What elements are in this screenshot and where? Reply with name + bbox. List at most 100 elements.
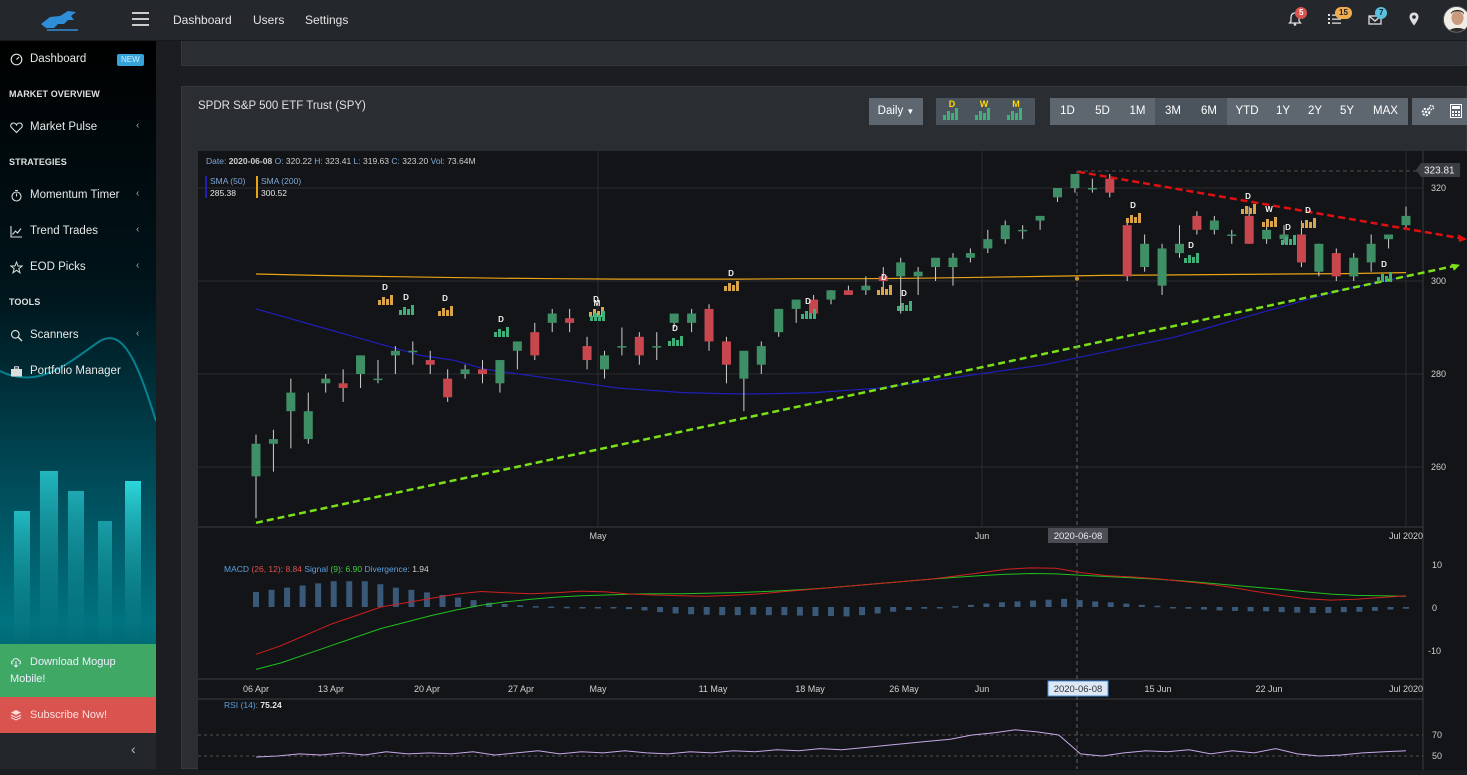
macd-histogram-bar (268, 589, 275, 607)
range-button-1m[interactable]: 1M (1120, 98, 1155, 125)
calculator-button[interactable] (1444, 98, 1467, 125)
macd-histogram-bar (983, 603, 990, 607)
rsi-tick-50: 50 (1432, 751, 1442, 761)
signal-bar (1305, 220, 1308, 228)
signal-letter: D (442, 294, 448, 303)
stock-chart[interactable]: Date: 2020-06-08 O: 320.22 H: 323.41 L: … (198, 151, 1467, 770)
ohlc-info: Date: 2020-06-08 O: 320.22 H: 323.41 L: … (206, 156, 476, 166)
month-label-may: May (589, 531, 607, 541)
macd-histogram-bar (843, 607, 850, 617)
stock-chart-svg[interactable]: Date: 2020-06-08 O: 320.22 H: 323.41 L: … (198, 151, 1467, 770)
macd-histogram-bar (1092, 601, 1099, 607)
macd-histogram-bar (890, 607, 897, 612)
candle-body (652, 346, 662, 348)
nav-dashboard[interactable]: Dashboard (173, 13, 232, 27)
candle-body (774, 308, 784, 333)
sidebar-item-trend-trades[interactable]: Trend Trades ‹ (0, 220, 156, 244)
macd-histogram-bar (501, 603, 508, 607)
period-letter-w: W (980, 99, 989, 109)
signal-bar (1301, 223, 1304, 228)
date-tick-label: Jul 2020 (1389, 684, 1423, 694)
macd-histogram-bar (361, 581, 368, 607)
signal-bar (506, 327, 509, 337)
chevron-left-icon: ‹ (131, 741, 136, 757)
range-button-1y[interactable]: 1Y (1267, 98, 1299, 125)
messages-badge: 7 (1375, 7, 1388, 19)
upper-panel (181, 41, 1467, 66)
signal-bar (446, 310, 449, 316)
signal-bar (905, 305, 908, 311)
macd-histogram-bar (563, 606, 570, 609)
macd-histogram-bar (377, 584, 384, 607)
signal-bar (386, 299, 389, 305)
range-button-5y[interactable]: 5Y (1331, 98, 1363, 125)
sidebar-item-label: Scanners (30, 329, 79, 341)
macd-histogram-bar (1356, 607, 1363, 612)
sidebar-item-label: Momentum Timer (30, 189, 120, 201)
candle-body (983, 239, 993, 249)
signal-bar (594, 313, 597, 321)
sidebar-item-market-pulse[interactable]: Market Pulse ‹ (0, 116, 156, 140)
candle-body (338, 383, 348, 388)
sidebar-item-scanners[interactable]: Scanners ‹ (0, 324, 156, 348)
section-heading-market-overview: MARKET OVERVIEW (9, 89, 100, 99)
range-button-max[interactable]: MAX (1363, 98, 1408, 125)
macd-histogram-bar (1371, 607, 1378, 611)
sma200-legend-value: 300.52 (261, 188, 287, 198)
signal-letter: D (1188, 241, 1194, 250)
range-button-5d[interactable]: 5D (1085, 98, 1120, 125)
macd-histogram-bar (750, 607, 757, 615)
macd-histogram-bar (1247, 607, 1254, 612)
signal-bar (403, 307, 406, 315)
range-button-ytd[interactable]: YTD (1227, 98, 1267, 125)
macd-histogram-bar (1294, 607, 1301, 613)
sidebar-item-momentum-timer[interactable]: Momentum Timer ‹ (0, 184, 156, 208)
nav-settings[interactable]: Settings (305, 13, 348, 27)
sidebar-item-eod-picks[interactable]: EOD Picks ‹ (0, 256, 156, 280)
sidebar-item-portfolio-manager[interactable]: Portfolio Manager (0, 360, 156, 384)
signal-bar (1274, 217, 1277, 227)
range-button-6m[interactable]: 6M (1191, 98, 1227, 125)
range-button-3m[interactable]: 3M (1155, 98, 1191, 125)
nav-users[interactable]: Users (253, 13, 284, 27)
download-mobile-button[interactable]: Download Mogup Mobile! (0, 644, 156, 697)
date-tick-label: 15 Jun (1144, 684, 1171, 694)
macd-histogram-bar (548, 606, 555, 609)
signal-letter: M (594, 299, 601, 308)
macd-histogram-bar (455, 597, 462, 607)
signal-bar (1281, 240, 1284, 245)
sidebar-item-dashboard[interactable]: Dashboard NEW (0, 48, 156, 72)
interval-dropdown[interactable]: Daily ▼ (869, 98, 923, 125)
signal-letter: D (901, 289, 907, 298)
signal-bar (1289, 239, 1292, 245)
candle-body (687, 313, 697, 323)
sidebar-collapse-toggle[interactable]: ‹ (0, 733, 156, 769)
signal-marker: D (438, 294, 453, 316)
macd-histogram-bar (781, 607, 788, 616)
settings-cogs-button[interactable] (1412, 98, 1444, 125)
macd-histogram-bar (657, 607, 664, 613)
subscribe-button[interactable]: Subscribe Now! (0, 697, 156, 733)
macd-histogram-bar (1278, 607, 1285, 613)
candle-body (251, 443, 261, 477)
candle-body (1262, 229, 1272, 240)
user-avatar[interactable] (1443, 6, 1467, 33)
range-button-2y[interactable]: 2Y (1299, 98, 1331, 125)
date-axis: 06 Apr 13 Apr 20 Apr 27 Apr May 11 May 18 May 2… (243, 684, 1423, 694)
signal-bar (1130, 215, 1133, 223)
signal-bar (809, 313, 812, 319)
range-button-1d[interactable]: 1D (1050, 98, 1085, 125)
menu-toggle-icon[interactable] (132, 12, 149, 26)
signal-bar (1377, 277, 1380, 282)
candle-body (1244, 215, 1254, 244)
bull-logo-icon[interactable] (38, 8, 82, 34)
signal-marker: D (668, 324, 683, 346)
map-marker-icon[interactable] (1406, 11, 1422, 27)
signal-bar (442, 308, 445, 316)
tasks-badge: 15 (1335, 7, 1352, 19)
signal-marker: D (399, 293, 414, 315)
signal-bar (881, 287, 884, 295)
macd-histogram-bar (330, 581, 337, 607)
candle-body (1140, 243, 1150, 268)
date-tick-label: 13 Apr (318, 684, 344, 694)
